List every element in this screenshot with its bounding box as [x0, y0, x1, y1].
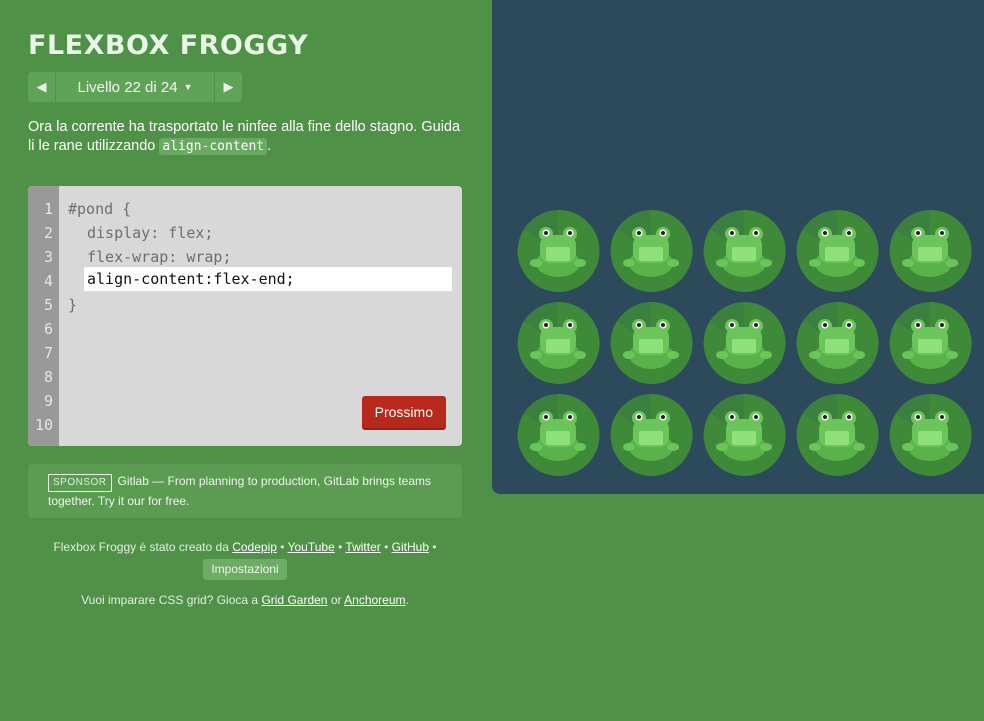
level-selector[interactable]: Livello 22 di 24 ▼ — [56, 72, 214, 102]
instructions-text: Ora la corrente ha trasportato le ninfee… — [28, 118, 468, 156]
sponsor-banner[interactable]: SPONSOR Gitlab — From planning to product… — [28, 464, 462, 518]
line-number: 1 — [43, 200, 53, 218]
frog-icon — [796, 301, 879, 384]
grid-promo-text: Vuoi imparare CSS grid? Gioca a — [81, 593, 259, 607]
frog-icon — [796, 393, 879, 476]
frog-on-lilypad — [605, 297, 697, 389]
instructions-code: align-content — [159, 138, 268, 155]
separator: • — [432, 540, 437, 554]
triangle-left-icon: ◀ — [36, 79, 47, 94]
code-line-flex-wrap: flex-wrap: wrap; — [87, 248, 232, 266]
css-editor: 1 2 3 4 5 6 7 8 9 10 #pond { display: fl… — [28, 186, 462, 446]
frog-on-lilypad — [698, 205, 790, 297]
frog-icon — [610, 301, 693, 384]
line-number: 2 — [43, 224, 53, 242]
line-number: 10 — [34, 416, 53, 434]
code-line-selector: #pond { — [68, 200, 132, 218]
prev-level-button[interactable]: ◀ — [28, 72, 56, 102]
next-level-button[interactable]: ▶ — [214, 72, 242, 102]
code-lines: #pond { display: flex; flex-wrap: wrap; … — [68, 197, 232, 317]
frog-on-lilypad — [884, 297, 976, 389]
instructions-after: . — [267, 138, 272, 154]
footer-grid-promo: Vuoi imparare CSS grid? Gioca a Grid Gar… — [28, 593, 462, 607]
codepip-link[interactable]: Codepip — [232, 540, 277, 554]
end-period: . — [405, 593, 409, 607]
anchoreum-link[interactable]: Anchoreum — [344, 593, 405, 607]
frog-on-lilypad — [791, 297, 883, 389]
frog-icon — [517, 301, 600, 384]
separator: • — [338, 540, 343, 554]
frog-icon — [517, 209, 600, 292]
caret-down-icon: ▼ — [183, 82, 193, 92]
frog-on-lilypad — [791, 205, 883, 297]
settings-button[interactable]: Impostazioni — [203, 559, 287, 580]
line-number: 4 — [43, 272, 53, 290]
triangle-right-icon: ▶ — [223, 79, 234, 94]
frog-on-lilypad — [698, 389, 790, 481]
next-button[interactable]: Prossimo — [361, 396, 446, 428]
line-number: 3 — [43, 248, 53, 266]
code-line-display: display: flex; — [87, 224, 214, 242]
footer-credit-text: Flexbox Froggy è stato creato da — [53, 540, 229, 554]
frog-icon — [610, 393, 693, 476]
frog-icon — [889, 209, 972, 292]
frog-grid — [512, 205, 972, 485]
frog-on-lilypad — [884, 205, 976, 297]
frog-icon — [610, 209, 693, 292]
frog-icon — [517, 393, 600, 476]
pond — [492, 0, 984, 494]
frog-on-lilypad — [884, 389, 976, 481]
line-numbers: 1 2 3 4 5 6 7 8 9 10 — [28, 186, 59, 446]
frog-icon — [703, 393, 786, 476]
level-navigator: ◀ Livello 22 di 24 ▼ ▶ — [28, 72, 242, 102]
separator: • — [280, 540, 285, 554]
line-number: 8 — [43, 368, 53, 386]
code-line-close-brace: } — [68, 296, 78, 314]
line-number: 9 — [43, 392, 53, 410]
separator: • — [384, 540, 389, 554]
frog-icon — [796, 209, 879, 292]
grid-garden-link[interactable]: Grid Garden — [261, 593, 327, 607]
line-number: 7 — [43, 344, 53, 362]
frog-icon — [889, 301, 972, 384]
css-input[interactable] — [84, 267, 452, 291]
line-number: 5 — [43, 296, 53, 314]
frog-icon — [703, 209, 786, 292]
level-label: Livello 22 di 24 — [77, 78, 178, 96]
frog-on-lilypad — [512, 297, 604, 389]
frog-on-lilypad — [791, 389, 883, 481]
sponsor-badge: SPONSOR — [48, 474, 112, 492]
frog-on-lilypad — [698, 297, 790, 389]
youtube-link[interactable]: YouTube — [288, 540, 335, 554]
frog-on-lilypad — [512, 389, 604, 481]
frog-on-lilypad — [512, 205, 604, 297]
footer-credits: Flexbox Froggy è stato creato da Codepip… — [28, 538, 462, 580]
frog-icon — [889, 393, 972, 476]
line-number: 6 — [43, 320, 53, 338]
app-title: FLEXBOX FROGGY — [28, 30, 309, 61]
twitter-link[interactable]: Twitter — [345, 540, 380, 554]
github-link[interactable]: GitHub — [392, 540, 429, 554]
frog-on-lilypad — [605, 389, 697, 481]
frog-icon — [703, 301, 786, 384]
or-text: or — [330, 593, 342, 607]
frog-on-lilypad — [605, 205, 697, 297]
